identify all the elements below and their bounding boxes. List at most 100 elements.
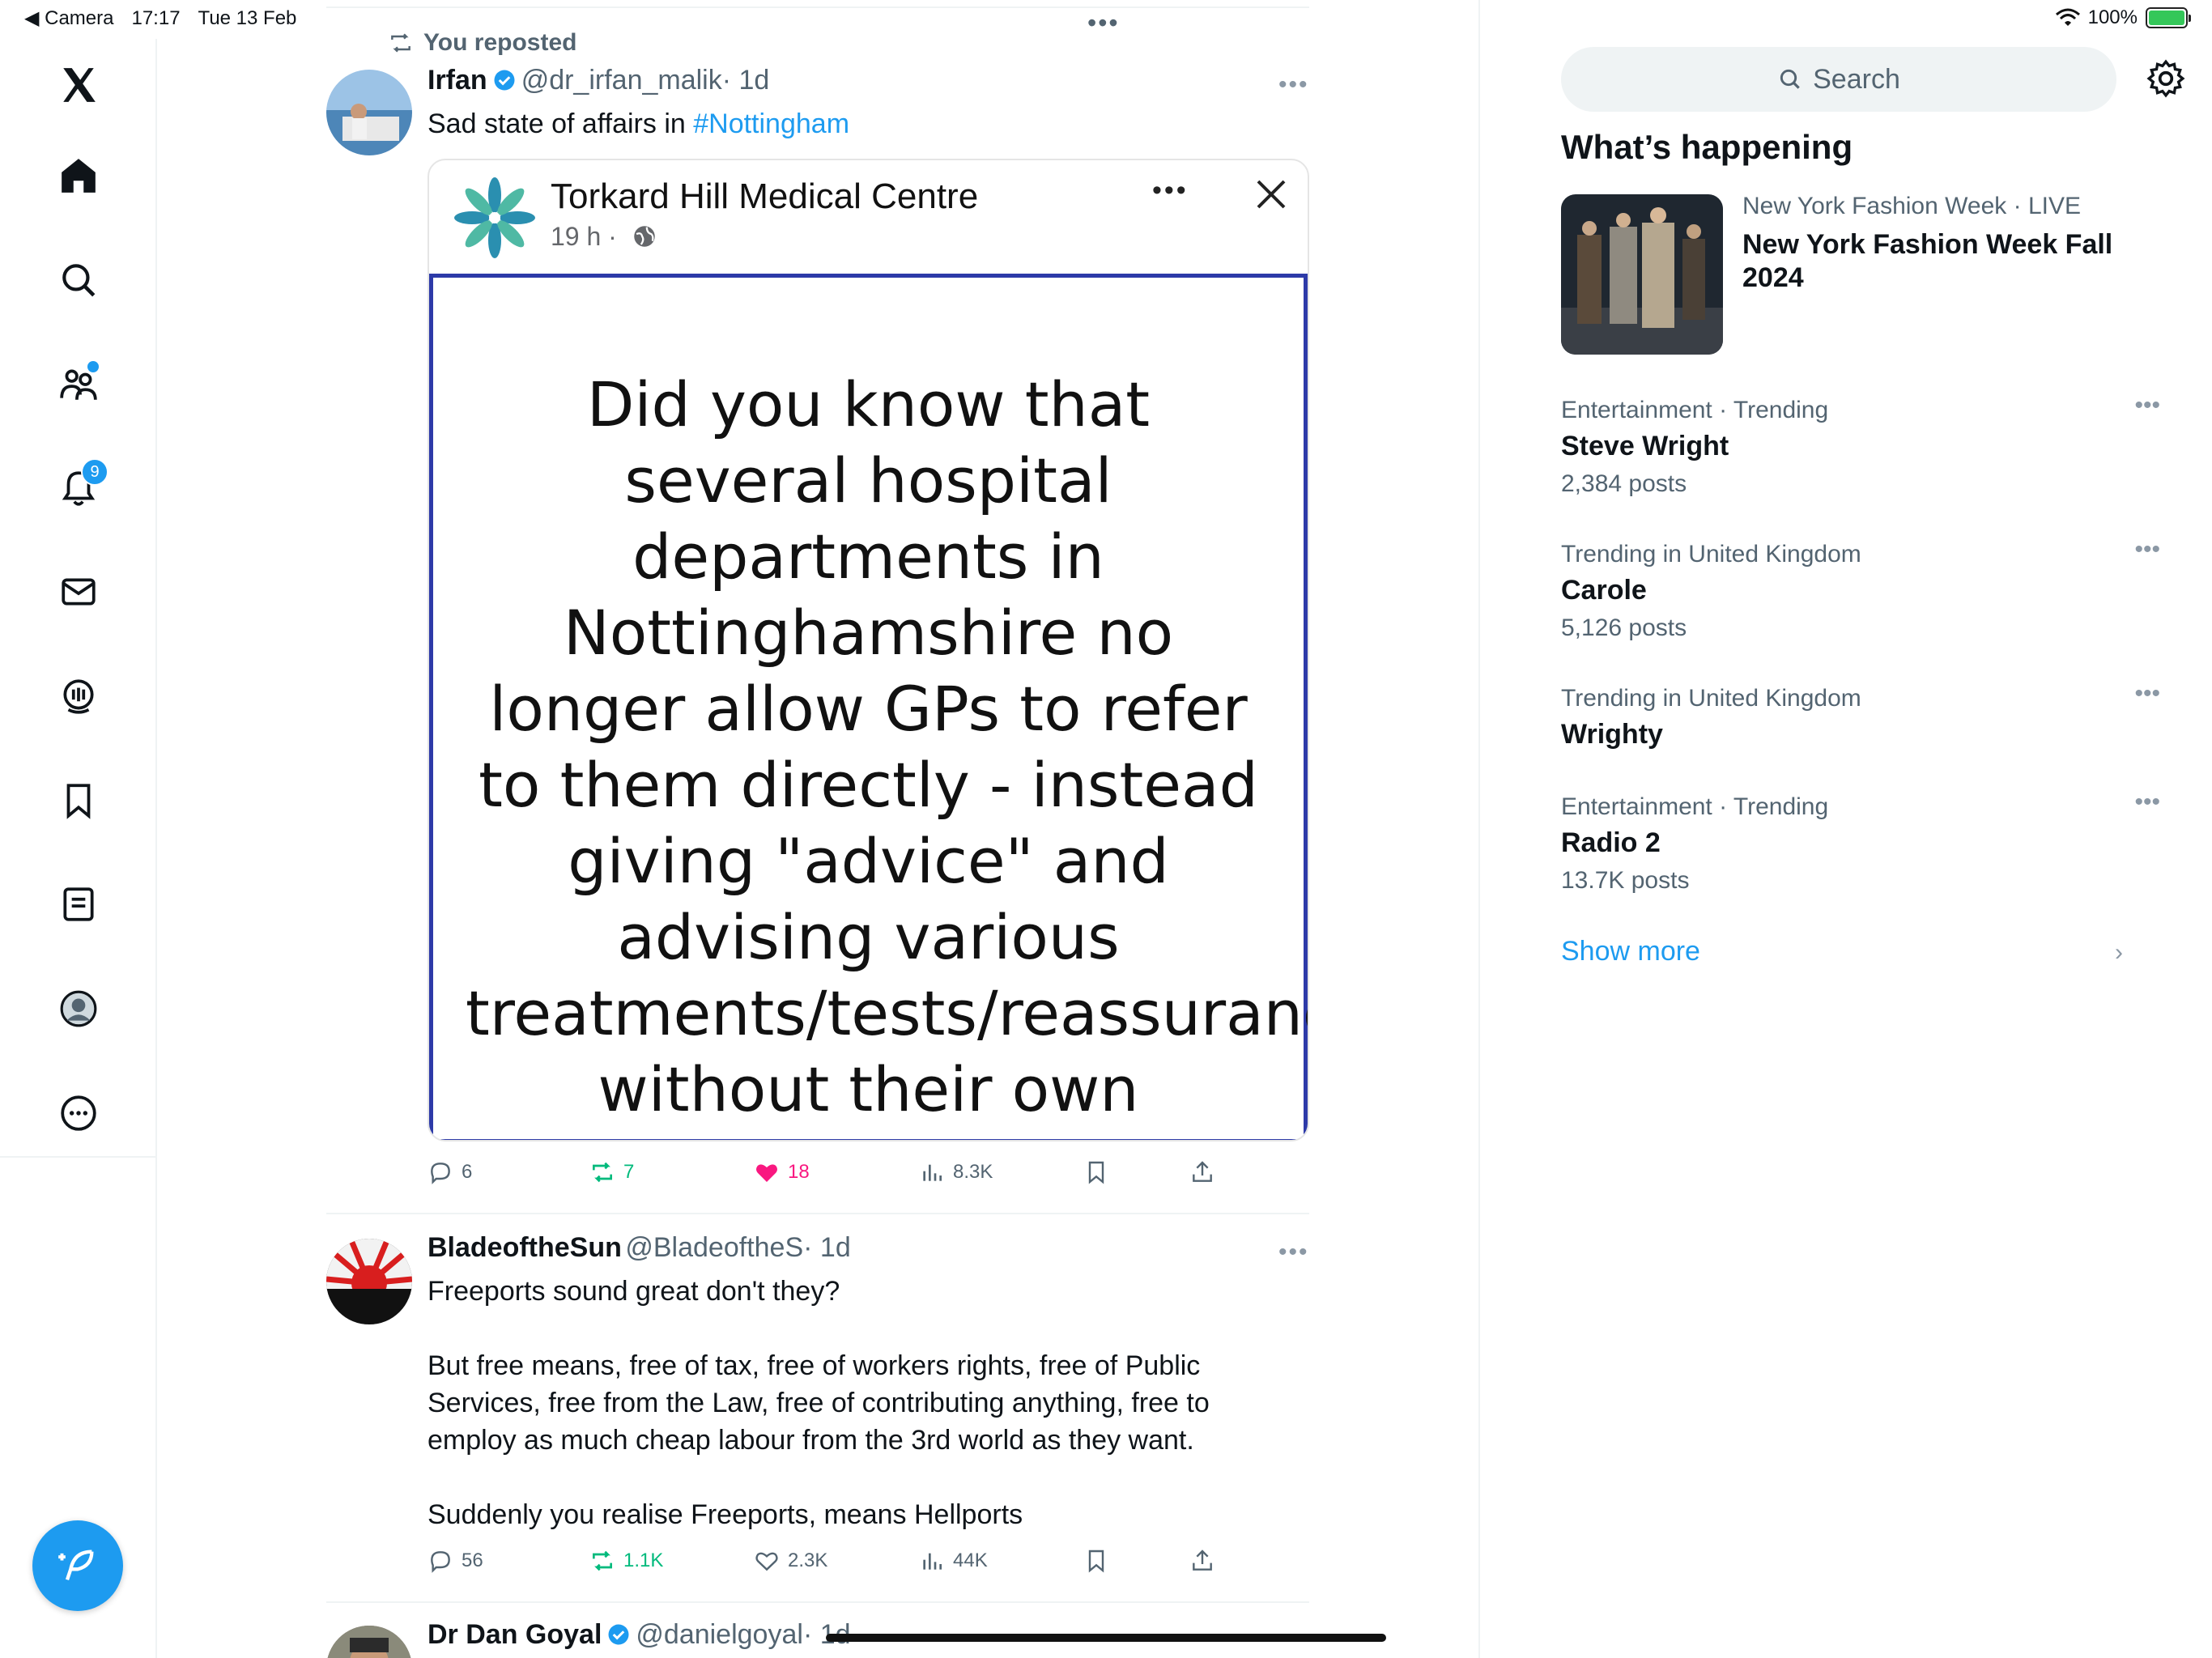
trend-more-icon[interactable]: ••• [2134,789,2160,816]
tweet-time: · 1d [721,65,770,96]
author-name[interactable]: BladeoftheSun [428,1232,622,1263]
trend-name: Radio 2 [1561,827,1661,858]
embed-page-title: Torkard Hill Medical Centre [551,176,979,216]
reply-icon [431,1551,450,1573]
trend-name: Wrighty [1561,719,1663,750]
tweet-text: Freeports sound great don't they? But fr… [428,1273,1253,1533]
embed-card: Did you know that several hospital depar… [429,274,1308,1140]
trend-item[interactable]: Trending in United Kingdom Wrighty ••• [1561,680,2160,750]
news-thumbnail [1561,194,1723,355]
trend-name: Carole [1561,575,1647,606]
bookmarks-icon[interactable] [50,772,107,829]
home-icon[interactable] [50,147,107,204]
tweet-header: Irfan @dr_irfan_malik· 1d [428,65,769,96]
lists-icon[interactable] [50,876,107,933]
embed-time: 19 h · [551,222,617,251]
tweet-more-icon[interactable]: ••• [1278,71,1309,99]
trend-count: 5,126 posts [1561,614,1687,641]
embed-close-icon [1257,180,1286,209]
multitasking-dots[interactable]: ••• [1087,8,1120,38]
bookmark-button[interactable] [1083,1159,1109,1185]
reply-button[interactable]: 6 [428,1159,472,1185]
notifications-icon[interactable]: 9 [50,458,108,517]
trend-item[interactable]: Entertainment · Trending Steve Wright 2,… [1561,392,2160,498]
fashion-runway-image [1561,194,1723,355]
bookmark-button[interactable] [1083,1548,1109,1574]
messages-icon[interactable] [50,563,107,620]
views-count: 8.3K [953,1161,993,1183]
profile-icon[interactable] [50,980,107,1037]
back-to-app-link[interactable]: ◀ Camera [24,6,113,30]
bookmark-icon [1088,1550,1104,1573]
home-indicator[interactable] [826,1634,1386,1642]
compose-post-button[interactable] [32,1520,123,1611]
whats-happening-title: What’s happening [1561,128,1853,166]
avatar[interactable] [326,70,412,155]
gear-icon[interactable] [2146,58,2186,99]
share-button[interactable] [1189,1159,1215,1185]
share-button[interactable] [1189,1548,1215,1574]
feed-top-divider [326,6,1309,8]
search-input[interactable]: Search [1561,47,2116,112]
reply-button[interactable]: 56 [428,1548,483,1574]
repost-button[interactable]: 7 [589,1159,634,1185]
repost-count: 1.1K [623,1550,664,1571]
spaces-icon[interactable] [50,668,107,725]
embed-header: Torkard Hill Medical Centre 19 h · ••• [429,160,1308,274]
reply-count: 56 [462,1550,483,1571]
author-name[interactable]: Irfan [428,65,487,96]
share-icon [1193,1161,1212,1182]
reply-count: 6 [462,1161,473,1183]
like-count: 18 [788,1161,810,1183]
trend-meta: Trending in United Kingdom [1561,541,1861,568]
author-handle[interactable]: @danielgoyal [636,1619,803,1650]
repost-icon [593,1550,612,1571]
trend-more-icon[interactable]: ••• [2134,536,2160,563]
like-count: 2.3K [788,1550,828,1571]
tweet-more-icon[interactable]: ••• [1278,1239,1309,1266]
like-button[interactable]: 18 [754,1159,810,1185]
verified-badge-icon [494,70,515,91]
search-icon [1780,69,1800,89]
more-icon[interactable] [50,1085,107,1141]
globe-icon [633,226,655,247]
tweet-divider [326,1601,1309,1603]
like-button[interactable]: 2.3K [754,1548,827,1574]
search-icon[interactable] [50,252,107,308]
views-button[interactable]: 44K [919,1548,988,1574]
left-navigation: 9 [0,39,157,1658]
status-time: 17:17 [131,6,181,29]
trend-item[interactable]: Trending in United Kingdom Carole 5,126 … [1561,536,2160,642]
trend-meta: Entertainment · Trending [1561,397,1829,423]
repost-button[interactable]: 1.1K [589,1548,663,1574]
show-more-link[interactable]: Show more [1561,936,1700,967]
trend-meta: Trending in United Kingdom [1561,685,1861,712]
bookmark-icon [1088,1161,1104,1184]
trend-count: 2,384 posts [1561,470,1687,497]
hashtag-link[interactable]: #Nottingham [693,108,849,139]
avatar-dan-goyal-image [326,1626,412,1658]
repost-count: 7 [623,1161,635,1183]
avatar[interactable] [326,1239,412,1324]
trend-item[interactable]: Entertainment · Trending Radio 2 13.7K p… [1561,789,2160,895]
communities-icon[interactable] [50,356,107,413]
avatar[interactable] [326,1626,412,1658]
trend-more-icon[interactable]: ••• [2134,392,2160,419]
views-button[interactable]: 8.3K [919,1159,993,1185]
repost-context: You reposted [388,29,576,57]
heart-outline-icon [755,1552,778,1571]
tweet-media-image[interactable]: Torkard Hill Medical Centre 19 h · ••• D… [428,159,1309,1141]
repost-icon [391,33,410,53]
trend-more-icon[interactable]: ••• [2134,680,2160,708]
communities-dot-badge [87,361,99,372]
views-chart-icon [923,1164,942,1181]
avatar-irfan-image [326,70,412,155]
author-handle[interactable]: @BladeoftheS [625,1232,803,1263]
x-logo-icon[interactable] [50,57,107,113]
reply-icon [431,1163,450,1184]
author-name[interactable]: Dr Dan Goyal [428,1619,602,1650]
tweet-text: Sad state of affairs in #Nottingham [428,105,849,142]
medical-centre-logo-icon [454,177,535,258]
author-handle[interactable]: @dr_irfan_malik [521,65,722,96]
tweet-header: BladeoftheSun @BladeoftheS· 1d [428,1232,851,1264]
